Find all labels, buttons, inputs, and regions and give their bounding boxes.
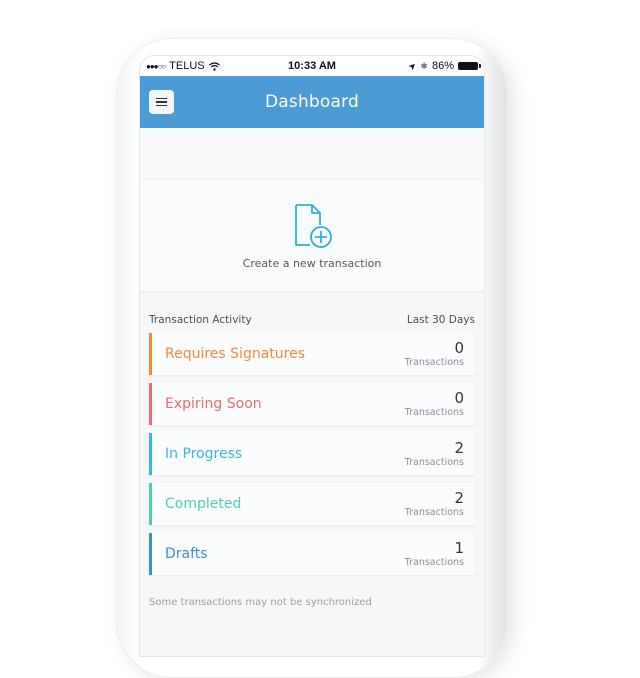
signal-strength-icon: ●●●○○ [146,61,166,71]
menu-button[interactable] [149,90,174,114]
activity-card-requires-signatures[interactable]: Requires Signatures 0 Transactions [149,333,475,375]
bluetooth-icon: ✱ [420,60,428,71]
battery-percent: 86% [431,60,454,72]
activity-card-label: In Progress [165,446,243,462]
activity-card-unit: Transactions [404,406,464,418]
carrier-name: TELUS [169,60,205,72]
activity-card-count: 2 [454,438,464,457]
battery-icon [458,62,481,70]
hamburger-icon-line [156,104,167,107]
app-header: Dashboard [140,76,484,128]
status-color-bar [149,333,152,375]
hamburger-icon [156,97,167,100]
status-bar: ●●●○○ TELUS 10:33 AM ➤ ✱ 86% [140,56,484,76]
activity-card-expiring-soon[interactable]: Expiring Soon 0 Transactions [149,383,475,425]
create-transaction-label: Create a new transaction [242,256,382,270]
activity-card-unit: Transactions [404,456,464,468]
new-document-plus-icon [295,203,332,248]
activity-card-label: Completed [165,496,242,512]
activity-card-count: 1 [454,538,464,557]
activity-card-drafts[interactable]: Drafts 1 Transactions [149,533,475,575]
status-color-bar [149,433,152,475]
status-color-bar [149,533,152,575]
activity-card-unit: Transactions [404,506,464,518]
activity-card-label: Requires Signatures [165,346,305,362]
activity-period[interactable]: Last 30 Days [407,314,475,326]
status-color-bar [149,383,152,425]
page-title: Dashboard [264,92,360,112]
create-transaction-button[interactable]: Create a new transaction [140,179,484,292]
wifi-icon [208,61,220,71]
phone-screen: ●●●○○ TELUS 10:33 AM ➤ ✱ 86% Dashboard C… [140,56,484,656]
activity-card-in-progress[interactable]: In Progress 2 Transactions [149,433,475,475]
sync-warning: Some transactions may not be synchronize… [149,597,372,608]
activity-card-label: Drafts [165,546,208,562]
activity-card-count: 0 [454,388,464,407]
activity-card-count: 0 [454,338,464,357]
activity-card-count: 2 [454,488,464,507]
status-color-bar [149,483,152,525]
activity-card-completed[interactable]: Completed 2 Transactions [149,483,475,525]
location-icon: ➤ [406,59,419,72]
transaction-activity: Transaction Activity Last 30 Days Requir… [140,314,484,608]
activity-card-unit: Transactions [404,356,464,368]
activity-card-unit: Transactions [404,556,464,568]
activity-title: Transaction Activity [149,314,252,326]
hamburger-icon-line [156,101,167,103]
header-spacer [140,128,484,179]
activity-card-label: Expiring Soon [165,396,262,412]
